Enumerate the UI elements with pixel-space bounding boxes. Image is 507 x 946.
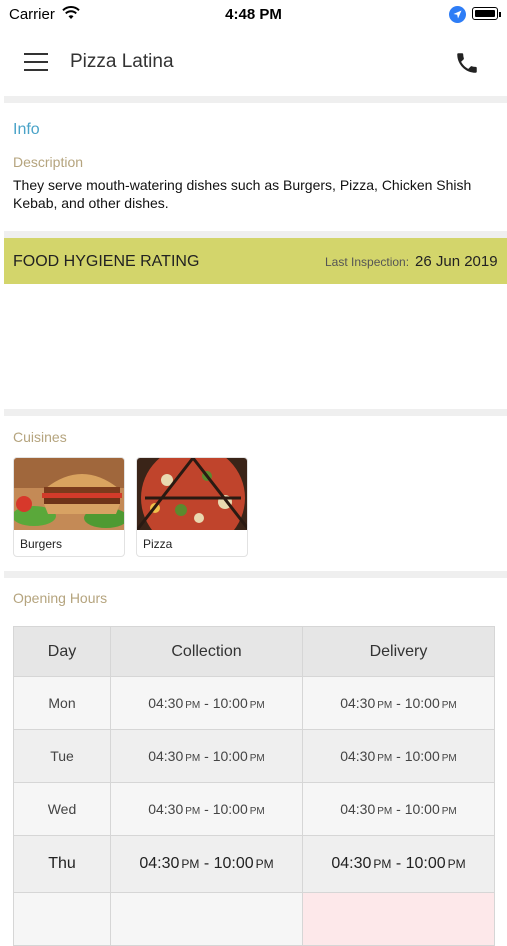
food-hygiene-title: FOOD HYGIENE RATING: [13, 253, 200, 270]
ampm-label: PM: [441, 700, 457, 711]
delivery-cell: [302, 892, 495, 946]
divider: [4, 409, 507, 416]
ampm-label: PM: [373, 857, 392, 871]
delivery-header: Delivery: [302, 626, 495, 677]
page-title: Pizza Latina: [70, 51, 174, 72]
delivery-hours-cell: 04:30 PM - 10:00 PM: [302, 729, 495, 783]
day-cell: Wed: [13, 782, 111, 836]
time-separator: -: [392, 801, 405, 817]
day-header: Day: [13, 626, 111, 677]
clock: 4:48 PM: [225, 6, 282, 23]
cuisine-card-pizza[interactable]: Pizza: [136, 457, 248, 557]
ampm-label: PM: [185, 753, 201, 764]
table-header-row: Day Collection Delivery: [13, 626, 495, 677]
opening-hours-label: Opening Hours: [13, 590, 108, 606]
collection-hours-cell: 04:30 PM - 10:00 PM: [110, 835, 303, 893]
from-time: 04:30: [148, 748, 184, 764]
ampm-label: PM: [249, 806, 265, 817]
ampm-label: PM: [377, 753, 393, 764]
food-hygiene-rating-bar: FOOD HYGIENE RATING Last Inspection: 26 …: [4, 238, 507, 284]
table-row: Tue 04:30 PM - 10:00 PM 04:30 PM - 10:00 PM: [13, 729, 495, 783]
collection-hours-cell: 04:30 PM - 10:00 PM: [110, 782, 303, 836]
day-cell: Tue: [13, 729, 111, 783]
delivery-hours-cell: 04:30 PM - 10:00 PM: [302, 782, 495, 836]
time-separator: -: [391, 855, 406, 872]
divider: [4, 571, 507, 578]
info-heading: Info: [13, 121, 40, 138]
ampm-label: PM: [447, 857, 466, 871]
to-time: 10:00: [404, 801, 440, 817]
time-separator: -: [392, 748, 405, 764]
to-time: 10:00: [404, 695, 440, 711]
to-time: 10:00: [212, 748, 248, 764]
to-time: 10:00: [213, 855, 254, 872]
to-time: 10:00: [404, 748, 440, 764]
to-time: 10:00: [405, 855, 446, 872]
from-time: 04:30: [331, 855, 372, 872]
ampm-label: PM: [377, 806, 393, 817]
time-separator: -: [200, 801, 213, 817]
to-time: 10:00: [212, 801, 248, 817]
time-separator: -: [199, 855, 214, 872]
ampm-label: PM: [441, 753, 457, 764]
time-separator: -: [200, 748, 213, 764]
cuisine-name: Pizza: [143, 537, 173, 551]
ampm-label: PM: [249, 753, 265, 764]
battery-icon: [472, 7, 501, 20]
table-row: Mon 04:30 PM - 10:00 PM 04:30 PM - 10:00 PM: [13, 676, 495, 730]
divider: [4, 231, 507, 238]
ampm-label: PM: [185, 700, 201, 711]
location-arrow-icon: [449, 6, 466, 23]
burger-image: [14, 458, 124, 530]
ampm-label: PM: [181, 857, 200, 871]
from-time: 04:30: [148, 695, 184, 711]
collection-hours-cell: 04:30 PM - 10:00 PM: [110, 729, 303, 783]
day-cell: Mon: [13, 676, 111, 730]
ampm-label: PM: [249, 700, 265, 711]
time-separator: -: [392, 695, 405, 711]
collection-hours-cell: 04:30 PM - 10:00 PM: [110, 676, 303, 730]
nav-bar: Pizza Latina: [0, 32, 507, 94]
last-inspection-label: Last Inspection:: [325, 255, 410, 269]
day-cell: Thu: [13, 835, 111, 893]
delivery-hours-cell: 04:30 PM - 10:00 PM: [302, 676, 495, 730]
last-inspection-date: 26 Jun 2019: [415, 253, 498, 270]
status-bar: Carrier 4:48 PM: [0, 0, 507, 30]
day-cell: [13, 892, 111, 946]
table-row: [13, 892, 495, 946]
collection-cell: [110, 892, 303, 946]
opening-hours-table: Day Collection Delivery Mon 04:30 PM - 10:…: [13, 626, 495, 946]
table-row: Thu 04:30 PM - 10:00 PM 04:30 PM - 10:00 PM: [13, 835, 495, 893]
description-label: Description: [13, 154, 84, 170]
hamburger-menu-icon[interactable]: [24, 53, 48, 71]
pizza-image: [137, 458, 247, 530]
table-row: Wed 04:30 PM - 10:00 PM 04:30 PM - 10:00 PM: [13, 782, 495, 836]
collection-header: Collection: [110, 626, 303, 677]
description-text: They serve mouth-watering dishes such as…: [13, 177, 472, 211]
ampm-label: PM: [441, 806, 457, 817]
cuisine-name: Burgers: [20, 537, 63, 551]
ampm-label: PM: [255, 857, 274, 871]
from-time: 04:30: [148, 801, 184, 817]
from-time: 04:30: [340, 695, 376, 711]
from-time: 04:30: [340, 801, 376, 817]
phone-icon[interactable]: [454, 50, 480, 76]
time-separator: -: [200, 695, 213, 711]
cuisines-label: Cuisines: [13, 429, 67, 445]
from-time: 04:30: [139, 855, 180, 872]
cuisine-card-burgers[interactable]: Burgers: [13, 457, 125, 557]
divider: [4, 96, 507, 103]
ampm-label: PM: [185, 806, 201, 817]
from-time: 04:30: [340, 748, 376, 764]
to-time: 10:00: [212, 695, 248, 711]
delivery-hours-cell: 04:30 PM - 10:00 PM: [302, 835, 495, 893]
ampm-label: PM: [377, 700, 393, 711]
